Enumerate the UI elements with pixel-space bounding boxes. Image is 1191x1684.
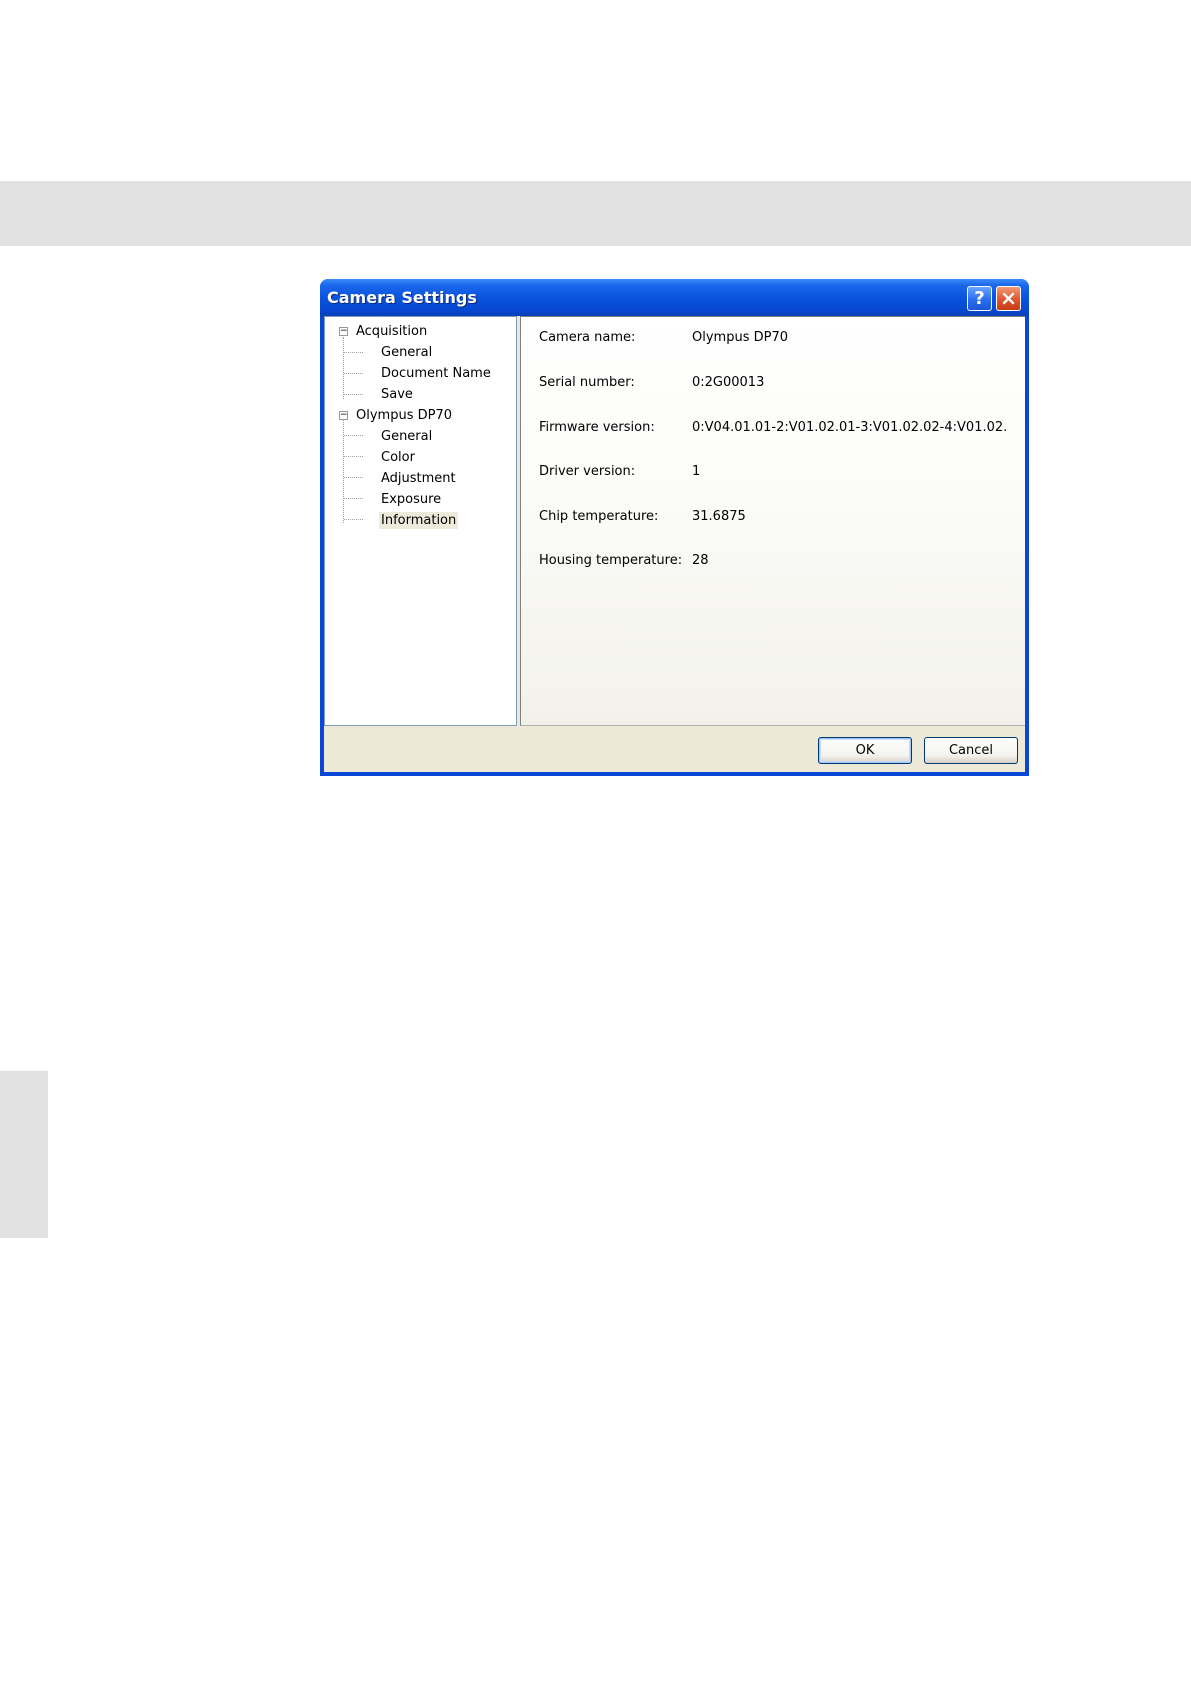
tree-node-adjustment[interactable]: Adjustment: [379, 468, 458, 488]
info-label: Housing temperature:: [539, 553, 683, 568]
tree-node-label: Information: [379, 511, 459, 529]
tree-node-label: Adjustment: [381, 470, 456, 486]
dialog-titlebar[interactable]: Camera Settings ?: [320, 279, 1029, 316]
camera-settings-dialog: Camera Settings ? − Acquisition General …: [320, 279, 1029, 776]
tree-node-label: Color: [381, 449, 415, 465]
tree-node-document-name[interactable]: Document Name: [379, 363, 493, 383]
tree-node-label: Document Name: [381, 365, 491, 381]
settings-tree[interactable]: − Acquisition General Document Name Save…: [324, 316, 517, 726]
cancel-button[interactable]: Cancel: [924, 737, 1018, 764]
ok-button[interactable]: OK: [818, 737, 912, 764]
tree-node-label: Exposure: [381, 491, 442, 507]
close-icon: [1002, 292, 1015, 305]
tree-node-acquisition-general[interactable]: General: [379, 342, 434, 362]
tree-expander-acquisition[interactable]: −: [339, 327, 348, 336]
info-value: 31.6875: [692, 509, 746, 524]
info-value: 0:2G00013: [692, 375, 765, 390]
tree-node-label: Acquisition: [356, 323, 428, 339]
page-side-tab: [0, 1071, 48, 1238]
info-label: Serial number:: [539, 375, 635, 390]
dialog-client-area: − Acquisition General Document Name Save…: [324, 316, 1025, 772]
info-value: 0:V04.01.01-2:V01.02.01-3:V01.02.02-4:V0…: [692, 420, 1008, 435]
tree-node-color[interactable]: Color: [379, 447, 417, 467]
dialog-title: Camera Settings: [327, 288, 477, 307]
info-value: 28: [692, 553, 709, 568]
tree-node-information[interactable]: Information: [379, 510, 459, 530]
info-label: Firmware version:: [539, 420, 655, 435]
page-header-band: [0, 181, 1191, 246]
information-panel: Camera name: Olympus DP70 Serial number:…: [520, 316, 1025, 726]
tree-node-label: General: [381, 428, 433, 444]
tree-node-olympus-dp70[interactable]: Olympus DP70: [354, 405, 454, 425]
help-icon: ?: [974, 288, 985, 309]
tree-node-acquisition[interactable]: Acquisition: [354, 321, 429, 341]
info-value: Olympus DP70: [692, 330, 788, 345]
info-label: Chip temperature:: [539, 509, 659, 524]
close-button[interactable]: [996, 286, 1021, 311]
help-button[interactable]: ?: [967, 286, 992, 311]
info-label: Camera name:: [539, 330, 636, 345]
tree-node-save[interactable]: Save: [379, 384, 415, 404]
info-value: 1: [692, 464, 701, 479]
tree-node-exposure[interactable]: Exposure: [379, 489, 443, 509]
info-label: Driver version:: [539, 464, 636, 479]
tree-node-label: Olympus DP70: [356, 407, 452, 423]
tree-node-label: General: [381, 344, 433, 360]
tree-expander-olympus-dp70[interactable]: −: [339, 411, 348, 420]
tree-node-camera-general[interactable]: General: [379, 426, 434, 446]
tree-node-label: Save: [381, 386, 413, 402]
